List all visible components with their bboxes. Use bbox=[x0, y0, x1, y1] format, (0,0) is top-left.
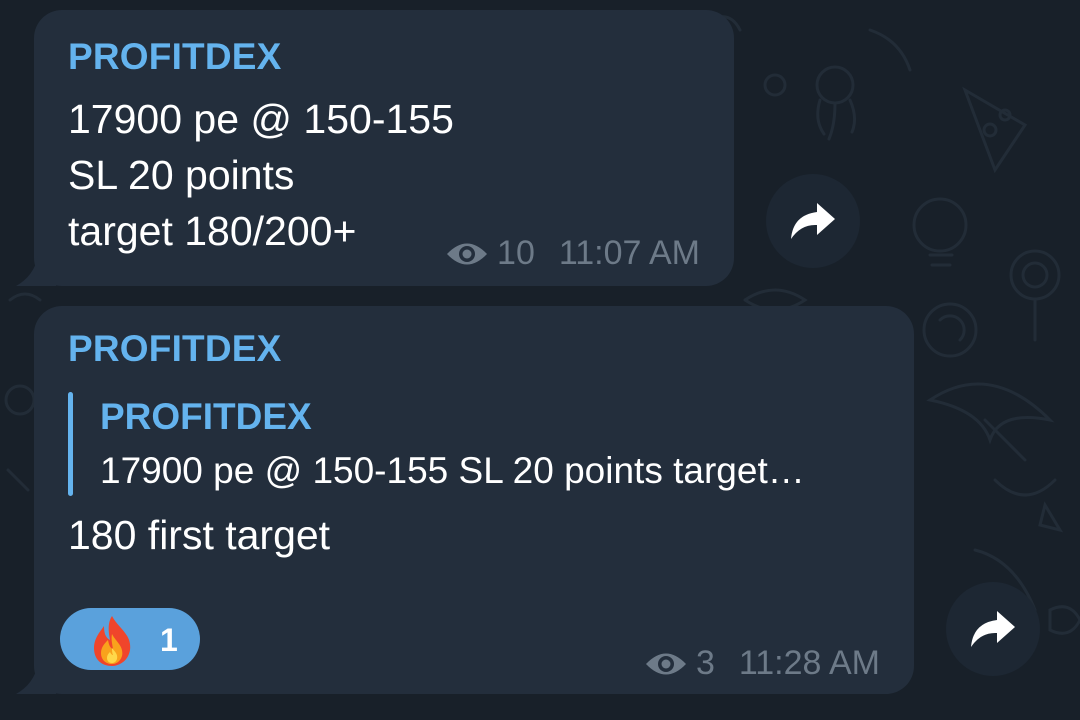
message-meta: 10 11:07 AM bbox=[445, 234, 700, 273]
message-time: 11:28 AM bbox=[738, 644, 880, 682]
share-arrow-icon bbox=[971, 611, 1015, 647]
reaction-count: 1 bbox=[160, 622, 178, 658]
reply-quote[interactable]: PROFITDEX 17900 pe @ 150-155 SL 20 point… bbox=[68, 392, 888, 496]
bubble-tail bbox=[16, 664, 56, 694]
fire-icon bbox=[94, 616, 131, 666]
share-button[interactable] bbox=[766, 174, 860, 268]
share-arrow-icon bbox=[791, 203, 835, 239]
reply-sender: PROFITDEX bbox=[100, 396, 312, 437]
message-meta: 3 11:28 AM bbox=[644, 644, 880, 683]
share-button[interactable] bbox=[946, 582, 1040, 676]
view-count: 3 bbox=[695, 644, 715, 682]
eye-icon bbox=[645, 653, 686, 674]
message-sender[interactable]: PROFITDEX bbox=[68, 328, 282, 370]
reaction-chip[interactable]: 1 bbox=[60, 608, 200, 670]
bubble-tail bbox=[16, 256, 56, 286]
eye-icon bbox=[447, 243, 488, 264]
view-count: 10 bbox=[497, 234, 535, 272]
message-text-line: target 180/200+ bbox=[68, 208, 357, 254]
message-time: 11:07 AM bbox=[558, 234, 700, 272]
message-text-line: 180 first target bbox=[68, 512, 331, 558]
reply-quote-bar bbox=[68, 392, 73, 496]
message-text-line: 17900 pe @ 150-155 bbox=[68, 96, 454, 142]
reply-text: 17900 pe @ 150-155 SL 20 points target… bbox=[100, 450, 805, 491]
message-bubble[interactable]: PROFITDEX 17900 pe @ 150-155 SL 20 point… bbox=[16, 10, 734, 286]
message-text-line: SL 20 points bbox=[68, 152, 295, 198]
message-sender[interactable]: PROFITDEX bbox=[68, 36, 282, 78]
